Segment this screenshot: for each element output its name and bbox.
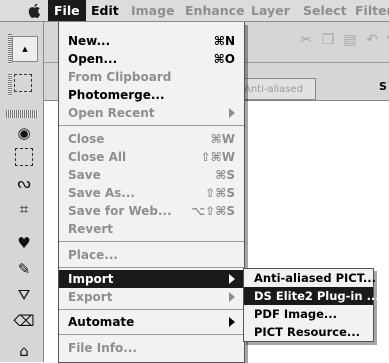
submenu-arrow-icon [229,292,235,302]
undo-icon[interactable]: ↶ [362,30,382,50]
menu-separator [59,334,244,335]
menu-select[interactable]: Select [303,0,347,21]
submenu-arrow-icon [229,317,235,327]
eraser-icon[interactable]: ⌫ [13,310,35,332]
apple-icon[interactable] [27,2,43,19]
menu-item-new[interactable]: New... ⌘N [59,32,244,50]
crop-icon[interactable]: ⌗ [13,198,35,220]
menu-edit[interactable]: Edit [91,0,119,21]
menu-separator [59,309,244,310]
menu-item-from-clipboard[interactable]: From Clipboard [59,68,244,86]
menu-image[interactable]: Image [131,0,175,21]
submenu-item-ds-elite2[interactable]: DS Elite2 Plug-in ... [244,287,380,305]
paint-bucket-icon[interactable]: ⛛ [13,284,35,306]
lasso-icon[interactable]: ᔓ [13,172,35,194]
submenu-arrow-icon [229,274,235,284]
drop-icon[interactable]: ⌂ [13,340,35,362]
style-label: S [379,80,387,93]
menu-item-revert[interactable]: Revert [59,220,244,238]
menu-item-import[interactable]: Import [59,270,244,288]
menu-item-close[interactable]: Close ⌘W [59,130,244,148]
heart-shape-icon[interactable]: ♥ [13,232,35,254]
copy-icon[interactable]: ❐ [318,30,338,50]
menu-item-place[interactable]: Place... [59,246,244,264]
redo-icon[interactable]: ↷ [382,30,389,50]
brush-icon[interactable]: ✎ [13,258,35,280]
menu-separator [59,267,244,268]
menu-item-open-recent[interactable]: Open Recent [59,104,244,122]
menu-item-save-as[interactable]: Save As... ⇧⌘S [59,184,244,202]
submenu-item-pict-resource[interactable]: PICT Resource... [244,323,373,341]
menu-layer[interactable]: Layer [251,0,290,21]
toolbox: ▲ ◉ ᔓ ⌗ ♥ ✎ ⛛ ⌫ ⌂ [0,22,44,362]
menu-item-save-for-web[interactable]: Save for Web... ⌥⇧⌘S [59,202,244,220]
menu-item-export[interactable]: Export [59,288,244,306]
submenu-item-pdf-image[interactable]: PDF Image... [244,305,373,323]
anti-aliased-label: Anti-aliased [244,83,304,95]
submenu-arrow-icon [229,108,235,118]
toolbox-grip[interactable] [6,110,38,118]
menu-item-automate[interactable]: Automate [59,313,244,331]
menu-item-open[interactable]: Open... ⌘O [59,50,244,68]
menu-item-file-info[interactable]: File Info... [59,339,244,357]
menu-item-close-all[interactable]: Close All ⇧⌘W [59,148,244,166]
menu-item-photomerge[interactable]: Photomerge... [59,86,244,104]
adobe-logo-icon: ▲ [12,36,38,62]
toolbar-grip[interactable] [8,74,12,96]
menu-enhance[interactable]: Enhance [185,0,245,21]
file-menu: New... ⌘N Open... ⌘O From Clipboard Photom… [58,22,245,363]
menu-file[interactable]: File [48,0,86,21]
paste-icon[interactable]: ▤ [340,30,360,50]
import-submenu: Anti-aliased PICT... DS Elite2 Plug-in .… [243,268,380,342]
menu-item-save[interactable]: Save ⌘S [59,166,244,184]
menu-separator [59,125,244,126]
submenu-item-anti-aliased-pict[interactable]: Anti-aliased PICT... [244,269,376,287]
rect-marquee-tool-icon[interactable] [15,148,33,166]
eye-icon[interactable]: ◉ [13,122,35,144]
menu-separator [59,241,244,242]
cut-icon[interactable]: ✂ [296,30,316,50]
menu-filter[interactable]: Filter [355,0,389,21]
rect-marquee-icon[interactable] [14,74,32,92]
menu-bar: File Edit Image Enhance Layer Select Fil… [0,0,389,22]
